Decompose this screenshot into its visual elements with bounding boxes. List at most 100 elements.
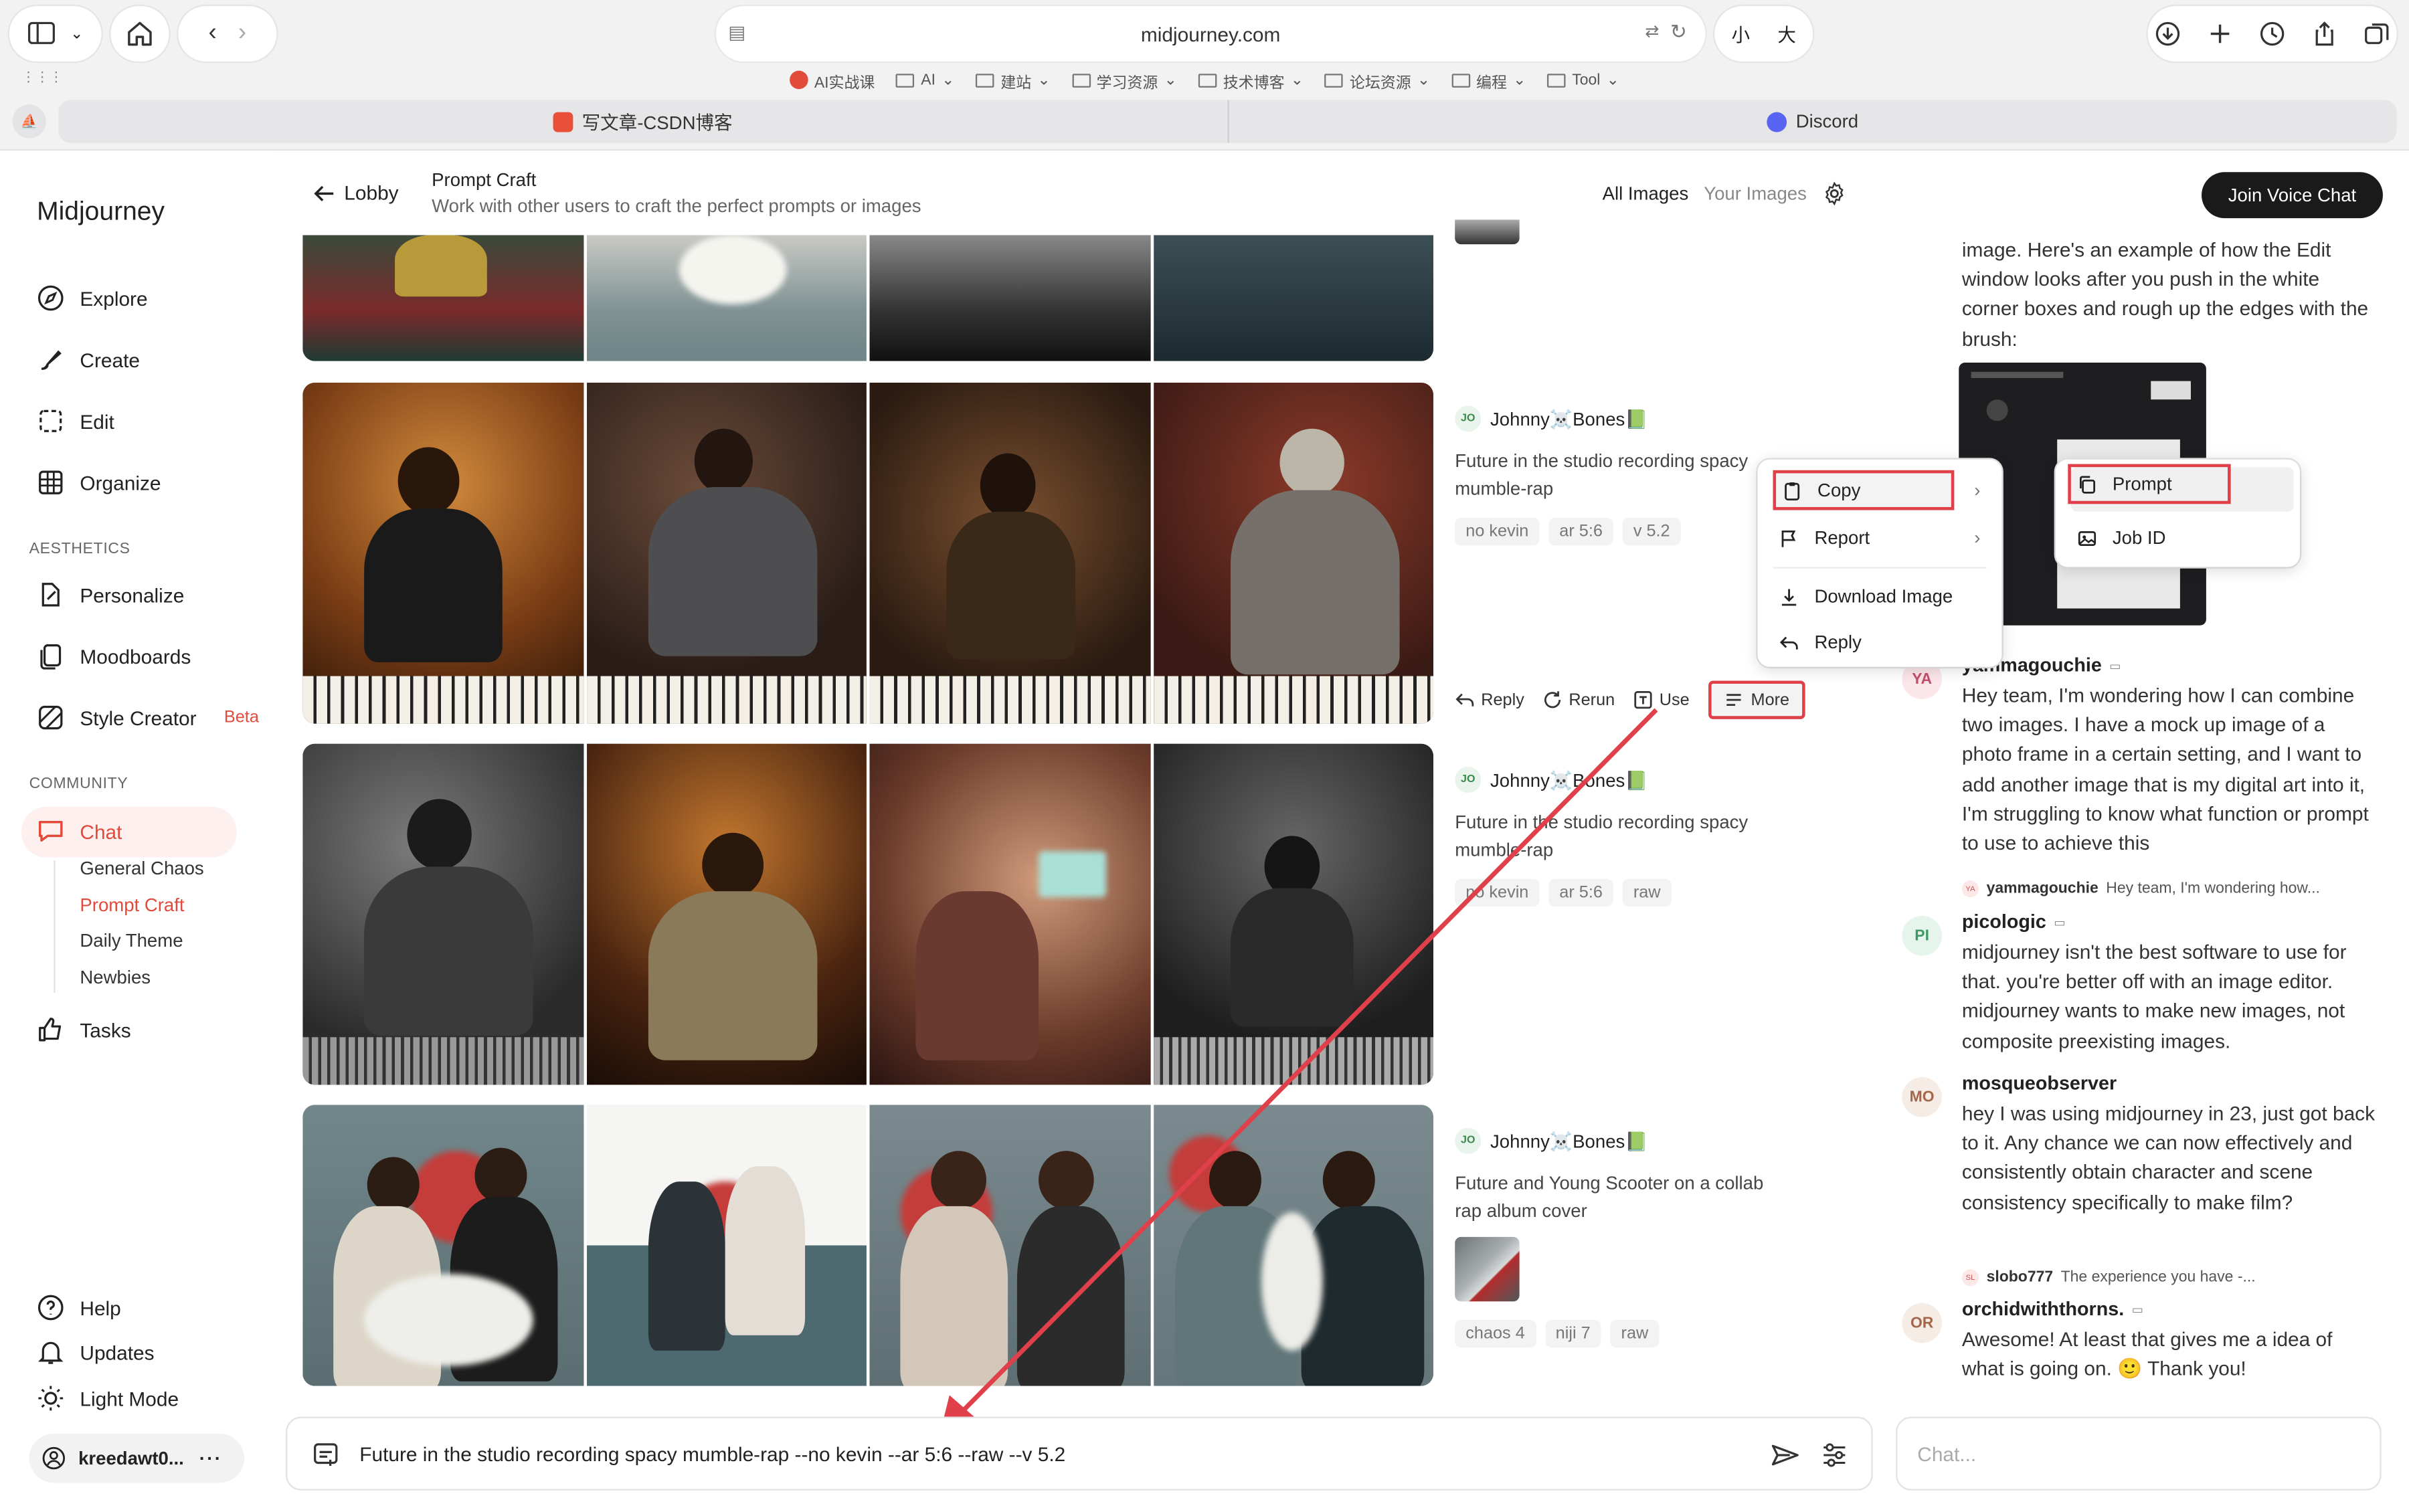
generated-image[interactable] — [302, 382, 584, 724]
generated-image[interactable] — [869, 382, 1150, 724]
generated-image[interactable] — [1153, 1105, 1434, 1386]
generated-image[interactable] — [1153, 743, 1434, 1085]
avatar[interactable]: PI — [1902, 915, 1943, 956]
bookmark-folder[interactable]: 技术博客 ⌄ — [1198, 68, 1304, 92]
forward-arrow-icon[interactable]: › — [238, 20, 246, 48]
submenu-item-prompt[interactable]: Prompt — [2068, 464, 2231, 504]
room-general-chaos[interactable]: General Chaos — [80, 858, 203, 879]
param-chip[interactable]: no kevin — [1455, 878, 1540, 907]
sidebar-item-light-mode[interactable]: Light Mode — [37, 1384, 179, 1412]
share-icon[interactable] — [2305, 12, 2345, 55]
generated-image[interactable] — [1153, 235, 1434, 361]
submenu-item-job-id[interactable]: Job ID — [2071, 518, 2285, 558]
join-voice-chat-button[interactable]: Join Voice Chat — [2202, 172, 2383, 219]
room-newbies[interactable]: Newbies — [80, 967, 151, 988]
chat-input[interactable]: Chat... — [1896, 1416, 2382, 1491]
chat-author[interactable]: mosqueobserver — [1962, 1072, 2117, 1094]
generated-image[interactable] — [869, 1105, 1150, 1386]
sidebar-item-create[interactable]: Create — [37, 346, 140, 373]
tab-your-images[interactable]: Your Images — [1704, 183, 1807, 204]
prompt-input-text[interactable]: Future in the studio recording spacy mum… — [359, 1443, 1065, 1466]
sidebar-item-edit[interactable]: Edit — [37, 407, 114, 435]
clock-icon[interactable] — [2252, 12, 2293, 55]
generated-image[interactable] — [302, 1105, 584, 1386]
generated-image[interactable] — [302, 235, 584, 361]
text-larger-button[interactable]: 大 — [1777, 21, 1796, 47]
new-tab-icon[interactable] — [2200, 12, 2240, 55]
app-logo[interactable]: Midjourney — [37, 197, 165, 227]
generated-image[interactable] — [586, 235, 867, 361]
more-dots-icon[interactable]: ··· — [199, 1447, 222, 1469]
sidebar-item-moodboards[interactable]: Moodboards — [37, 642, 191, 670]
download-icon[interactable] — [2148, 12, 2188, 55]
reply-button[interactable]: Reply — [1455, 690, 1524, 710]
previous-thumbnail[interactable] — [1455, 219, 1520, 245]
generated-image[interactable] — [586, 1105, 867, 1386]
reply-reference[interactable]: YA yammagouchie Hey team, I'm wondering ho… — [1961, 880, 2320, 898]
param-chip[interactable]: v 5.2 — [1622, 517, 1681, 546]
account-menu[interactable]: kreedawt0... ··· — [29, 1433, 245, 1483]
sidebar-item-chat[interactable]: Chat — [37, 818, 122, 845]
bookmark-folder[interactable]: 编程 ⌄ — [1451, 68, 1526, 92]
reload-icon[interactable]: ↻ — [1670, 20, 1687, 45]
prompt-mode-icon[interactable] — [312, 1441, 339, 1469]
post-author[interactable]: JO Johnny☠️Bones📗 — [1455, 405, 1762, 432]
tab-csdn[interactable]: 写文章-CSDN博客 — [58, 100, 1227, 143]
avatar[interactable]: MO — [1902, 1076, 1943, 1117]
sidebar-item-help[interactable]: Help — [37, 1294, 121, 1321]
bookmark-folder[interactable]: AI ⌄ — [896, 68, 954, 92]
sidebar-toggle-button[interactable]: ⌄ — [9, 6, 102, 62]
tab-all-images[interactable]: All Images — [1603, 183, 1689, 204]
menu-item-copy[interactable]: Copy — [1773, 470, 1955, 510]
home-button[interactable] — [110, 6, 169, 62]
reference-image-thumbnail[interactable] — [1455, 1236, 1520, 1302]
tab-discord[interactable]: Discord — [1227, 100, 2396, 143]
bookmark-folder[interactable]: Tool ⌄ — [1547, 68, 1619, 92]
bookmark-folder[interactable]: 学习资源 ⌄ — [1071, 68, 1177, 92]
sidebar-item-updates[interactable]: Updates — [37, 1338, 155, 1365]
post-author[interactable]: JO Johnny☠️Bones📗 — [1455, 1127, 1793, 1154]
avatar[interactable]: OR — [1902, 1303, 1943, 1343]
bookmark-folder[interactable]: 论坛资源 ⌄ — [1325, 68, 1430, 92]
address-bar[interactable]: ▤ midjourney.com ⇄ ↻ — [715, 6, 1706, 62]
post-author[interactable]: JO Johnny☠️Bones📗 — [1455, 767, 1762, 793]
pinned-tab-icon[interactable]: ⛵ — [12, 104, 46, 138]
chat-author[interactable]: orchidwiththorns. ▭ — [1962, 1299, 2143, 1320]
sidebar-item-tasks[interactable]: Tasks — [37, 1016, 131, 1043]
text-smaller-button[interactable]: 小 — [1731, 21, 1750, 47]
menu-item-reply[interactable]: Reply — [1773, 622, 1986, 662]
sidebar-item-personalize[interactable]: Personalize — [37, 581, 184, 608]
generated-image[interactable] — [869, 743, 1150, 1085]
generated-image[interactable] — [869, 235, 1150, 361]
param-chip[interactable]: ar 5:6 — [1548, 878, 1613, 907]
param-chip[interactable]: niji 7 — [1544, 1319, 1601, 1348]
chat-author[interactable]: picologic ▭ — [1962, 911, 2066, 933]
param-chip[interactable]: chaos 4 — [1455, 1319, 1536, 1348]
param-chip[interactable]: ar 5:6 — [1548, 517, 1613, 546]
use-button[interactable]: Use — [1633, 690, 1690, 710]
translate-icon[interactable]: ⇄ — [1645, 21, 1659, 41]
sidebar-item-style-creator[interactable]: Style Creator Beta — [37, 704, 259, 731]
settings-sliders-icon[interactable] — [1819, 1440, 1850, 1471]
back-to-lobby-link[interactable]: Lobby — [313, 181, 399, 204]
menu-item-report[interactable]: Report › — [1773, 518, 1986, 558]
rerun-button[interactable]: Rerun — [1542, 690, 1615, 710]
bookmark-folder[interactable]: 建站 ⌄ — [976, 68, 1051, 92]
generated-image[interactable] — [586, 743, 867, 1085]
sidebar-item-explore[interactable]: Explore — [37, 284, 148, 312]
send-icon[interactable] — [1770, 1440, 1801, 1471]
bookmark-item[interactable]: AI实战课 — [790, 68, 875, 92]
param-chip[interactable]: no kevin — [1455, 517, 1540, 546]
room-daily-theme[interactable]: Daily Theme — [80, 930, 183, 951]
more-button[interactable]: More — [1708, 680, 1805, 719]
generated-image[interactable] — [1153, 382, 1434, 724]
sidebar-item-organize[interactable]: Organize — [37, 468, 161, 496]
param-chip[interactable]: raw — [1610, 1319, 1660, 1348]
prompt-composer[interactable]: Future in the studio recording spacy mum… — [286, 1416, 1873, 1491]
room-prompt-craft[interactable]: Prompt Craft — [80, 894, 184, 916]
reply-reference[interactable]: SL slobo777 The experience you have -... — [1961, 1269, 2256, 1287]
generated-image[interactable] — [586, 382, 867, 724]
tab-overview-icon[interactable] — [2357, 12, 2397, 55]
back-arrow-icon[interactable]: ‹ — [208, 20, 216, 48]
param-chip[interactable]: raw — [1622, 878, 1672, 907]
